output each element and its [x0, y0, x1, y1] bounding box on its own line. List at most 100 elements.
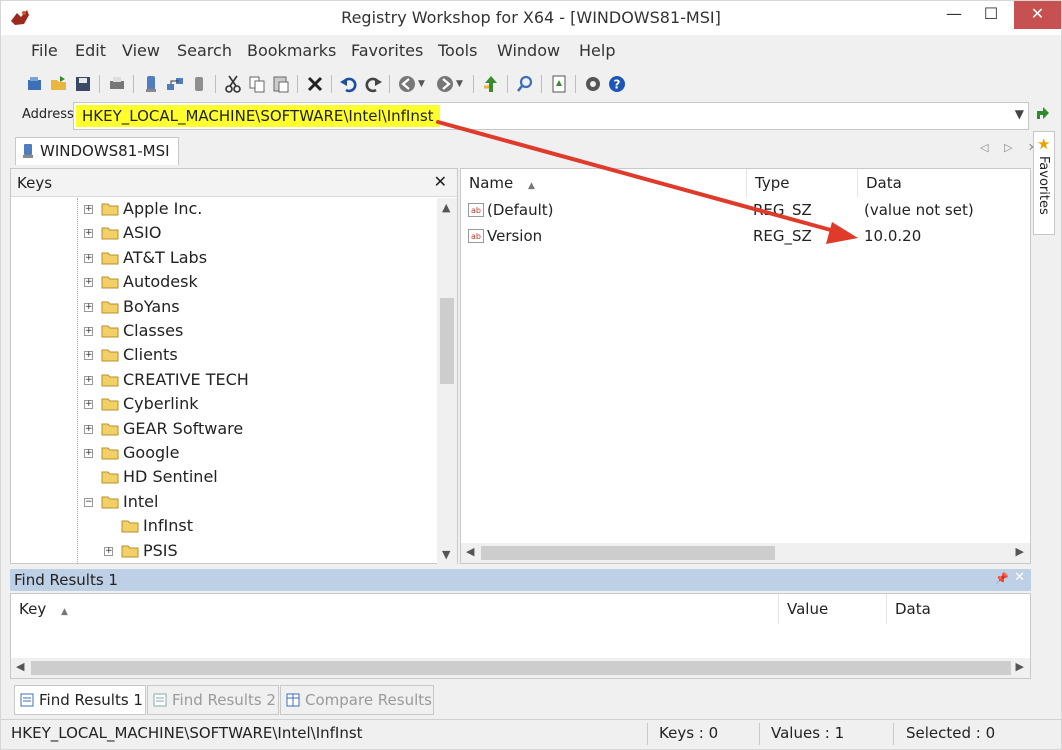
- menu-help[interactable]: Help: [579, 41, 615, 60]
- cut-icon[interactable]: [223, 74, 243, 94]
- tree-item[interactable]: + ASIO: [11, 222, 435, 246]
- keys-vertical-scrollbar[interactable]: ▲ ▼: [437, 198, 457, 564]
- expand-icon[interactable]: +: [104, 546, 113, 556]
- print-icon[interactable]: [107, 74, 127, 94]
- connect-icon[interactable]: [141, 74, 161, 94]
- tree-item[interactable]: + Autodesk: [11, 271, 435, 295]
- values-horizontal-scrollbar[interactable]: ◀ ▶: [461, 543, 1030, 563]
- tree-item[interactable]: + CREATIVE TECH: [11, 369, 435, 393]
- column-header-data[interactable]: Data: [887, 594, 1030, 624]
- folder-icon: [101, 276, 119, 289]
- menu-window[interactable]: Window: [497, 41, 560, 60]
- menu-search[interactable]: Search: [177, 41, 232, 60]
- expand-icon[interactable]: +: [84, 375, 93, 385]
- copy-icon[interactable]: [247, 74, 267, 94]
- find-results-close-button[interactable]: ✕: [1014, 570, 1025, 585]
- open-icon[interactable]: [25, 74, 45, 94]
- tree-item[interactable]: + BoYans: [11, 296, 435, 320]
- expand-icon[interactable]: +: [84, 302, 93, 312]
- keys-close-button[interactable]: ✕: [434, 172, 447, 191]
- back-icon[interactable]: [397, 74, 417, 94]
- column-header-data[interactable]: Data: [858, 169, 1030, 197]
- expand-icon[interactable]: +: [84, 400, 93, 410]
- tab-find-results-2[interactable]: Find Results 2: [147, 685, 279, 715]
- find-horizontal-scrollbar[interactable]: ◀ ▶: [11, 658, 1030, 678]
- folder-icon: [101, 423, 119, 436]
- tree-item[interactable]: + AT&T Labs: [11, 247, 435, 271]
- up-level-icon[interactable]: [481, 74, 501, 94]
- scroll-right-icon[interactable]: ▶: [1016, 660, 1024, 673]
- menu-edit[interactable]: Edit: [75, 41, 106, 60]
- expand-icon[interactable]: +: [84, 229, 93, 239]
- expand-icon[interactable]: +: [84, 449, 93, 458]
- find-results-title: Find Results 1: [14, 571, 118, 589]
- value-row-default[interactable]: ab (Default) REG_SZ (value not set): [461, 198, 1030, 224]
- address-dropdown-icon[interactable]: ▼: [1015, 107, 1024, 121]
- tab-windows81-msi[interactable]: WINDOWS81-MSI: [15, 137, 179, 165]
- menu-view[interactable]: View: [122, 41, 160, 60]
- string-value-icon: ab: [468, 229, 484, 243]
- help-icon[interactable]: ?: [607, 74, 627, 94]
- open-folder-icon[interactable]: [49, 74, 69, 94]
- tree-item[interactable]: + Classes: [11, 320, 435, 344]
- folder-icon: [101, 349, 119, 362]
- scroll-down-icon[interactable]: ▼: [442, 548, 450, 561]
- tree-item[interactable]: + GEAR Software: [11, 418, 435, 442]
- minimize-button[interactable]: —: [934, 1, 974, 29]
- redo-icon[interactable]: [363, 74, 383, 94]
- network-icon[interactable]: [165, 74, 185, 94]
- save-icon[interactable]: [73, 74, 93, 94]
- sort-ascending-icon: ▲: [528, 181, 535, 191]
- tree-item[interactable]: HD Sentinel: [11, 466, 435, 490]
- column-header-value[interactable]: Value: [779, 594, 887, 624]
- expand-icon[interactable]: +: [84, 424, 93, 434]
- maximize-button[interactable]: ☐: [971, 1, 1011, 29]
- tree-item[interactable]: + PSIS: [11, 540, 435, 564]
- expand-icon[interactable]: +: [84, 278, 93, 288]
- delete-icon[interactable]: [305, 74, 325, 94]
- go-arrow-icon[interactable]: [1035, 105, 1051, 121]
- paste-icon[interactable]: [271, 74, 291, 94]
- tab-compare-results[interactable]: Compare Results: [280, 685, 434, 715]
- scroll-right-icon[interactable]: ▶: [1016, 545, 1024, 558]
- settings-icon[interactable]: [583, 74, 603, 94]
- collapse-icon[interactable]: −: [84, 497, 93, 507]
- address-input[interactable]: HKEY_LOCAL_MACHINE\SOFTWARE\Intel\InfIns…: [73, 102, 1029, 130]
- value-data: 10.0.20: [864, 227, 922, 245]
- value-row-version[interactable]: ab Version REG_SZ 10.0.20: [461, 224, 1030, 250]
- expand-icon[interactable]: +: [84, 351, 93, 361]
- export-icon[interactable]: [549, 74, 569, 94]
- scroll-up-icon[interactable]: ▲: [442, 201, 450, 214]
- scroll-thumb[interactable]: [31, 661, 1011, 675]
- tree-item[interactable]: + Google: [11, 442, 435, 466]
- scroll-thumb[interactable]: [440, 298, 454, 384]
- menu-favorites[interactable]: Favorites: [351, 41, 423, 60]
- tree-item[interactable]: + Clients: [11, 344, 435, 368]
- forward-icon[interactable]: [435, 74, 455, 94]
- expand-icon[interactable]: +: [84, 253, 93, 263]
- disk-icon[interactable]: [189, 74, 209, 94]
- scroll-left-icon[interactable]: ◀: [16, 660, 24, 673]
- menu-tools[interactable]: Tools: [438, 41, 477, 60]
- menu-file[interactable]: File: [31, 41, 58, 60]
- favorites-side-tab[interactable]: ★ Favorites: [1033, 131, 1055, 235]
- pin-icon[interactable]: 📌: [995, 572, 1009, 585]
- tree-item-label: ASIO: [123, 223, 162, 243]
- tab-find-results-1[interactable]: Find Results 1: [14, 685, 146, 715]
- expand-icon[interactable]: +: [84, 327, 93, 336]
- scroll-left-icon[interactable]: ◀: [466, 545, 474, 558]
- menu-bookmarks[interactable]: Bookmarks: [247, 41, 336, 60]
- expand-icon[interactable]: +: [84, 205, 93, 214]
- scroll-thumb[interactable]: [481, 546, 775, 560]
- undo-icon[interactable]: [339, 74, 359, 94]
- column-header-key[interactable]: Key ▲: [11, 594, 779, 624]
- find-icon[interactable]: [515, 74, 535, 94]
- tree-item[interactable]: − Intel: [11, 491, 435, 515]
- close-button[interactable]: ✕: [1014, 1, 1061, 29]
- column-header-name[interactable]: Name ▲: [461, 169, 747, 197]
- tree-item[interactable]: + Cyberlink: [11, 393, 435, 417]
- column-header-type[interactable]: Type: [747, 169, 858, 197]
- toolbar-separator: [297, 75, 298, 93]
- tree-item[interactable]: + Apple Inc.: [11, 198, 435, 222]
- tree-item[interactable]: InfInst: [11, 515, 435, 539]
